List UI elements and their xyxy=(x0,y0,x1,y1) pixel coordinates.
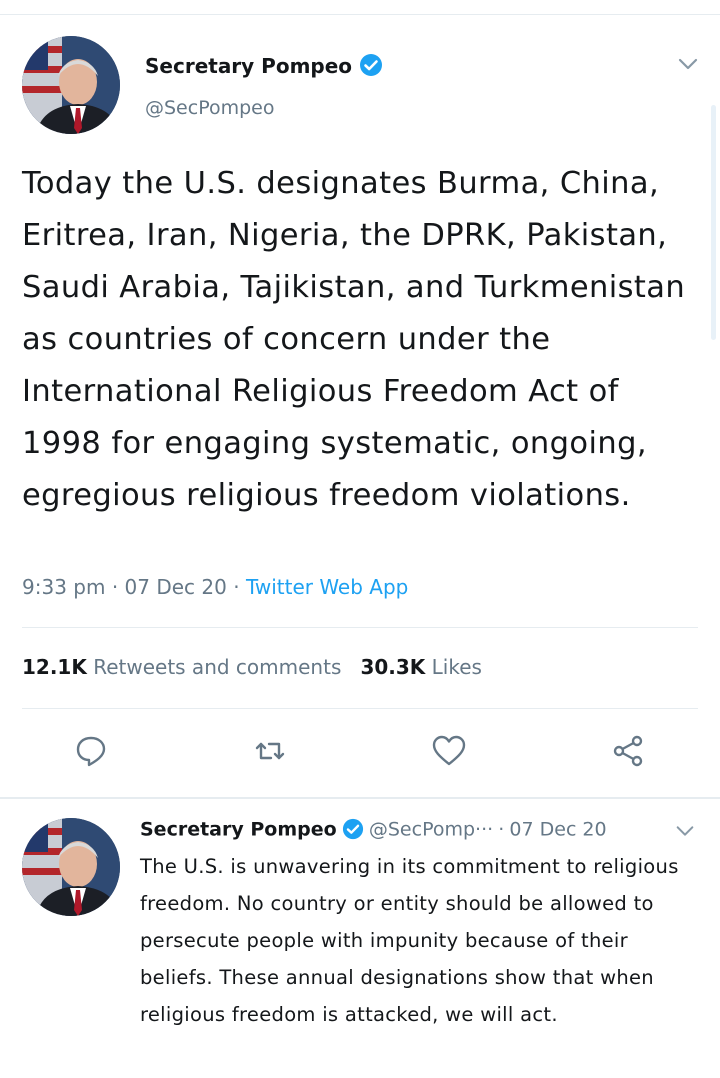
tweet-time[interactable]: 9:33 pm xyxy=(22,575,105,599)
reply-handle[interactable]: @SecPomp··· xyxy=(369,819,493,841)
retweets-count: 12.1K xyxy=(22,655,87,679)
share-button[interactable] xyxy=(606,731,650,775)
reply-chevron-down-icon[interactable] xyxy=(674,820,696,842)
likes-stat[interactable]: 30.3K Likes xyxy=(360,655,482,679)
meta-divider xyxy=(22,627,698,628)
retweet-button[interactable] xyxy=(248,731,292,775)
reply-date[interactable]: 07 Dec 20 xyxy=(509,819,606,841)
likes-count: 30.3K xyxy=(360,655,426,679)
scrollbar[interactable] xyxy=(711,105,716,340)
handle[interactable]: @SecPompeo xyxy=(145,97,274,119)
verified-badge-icon xyxy=(342,818,364,844)
stats-divider xyxy=(22,708,698,709)
retweets-label: Retweets and comments xyxy=(93,655,342,679)
avatar[interactable] xyxy=(22,36,120,134)
display-name-text: Secretary Pompeo xyxy=(145,54,353,78)
reply-avatar[interactable] xyxy=(22,818,120,916)
likes-label: Likes xyxy=(431,655,482,679)
like-icon xyxy=(431,734,467,772)
tweet-stats: 12.1K Retweets and comments 30.3K Likes xyxy=(22,655,482,679)
display-name[interactable]: Secretary Pompeo xyxy=(145,53,383,82)
thread-divider xyxy=(0,797,720,799)
reply-button[interactable] xyxy=(69,731,113,775)
tweet-meta: 9:33 pm · 07 Dec 20 · Twitter Web App xyxy=(22,575,408,599)
retweets-stat[interactable]: 12.1K Retweets and comments xyxy=(22,655,341,679)
share-icon xyxy=(611,734,645,772)
reply-icon xyxy=(74,734,108,772)
tweet-text: Today the U.S. designates Burma, China, … xyxy=(22,166,686,513)
reply-header: Secretary Pompeo @SecPomp··· · 07 Dec 20 xyxy=(140,818,607,844)
tweet-source-link[interactable]: Twitter Web App xyxy=(246,575,408,599)
tweet-date[interactable]: 07 Dec 20 xyxy=(125,575,227,599)
verified-badge-icon xyxy=(359,53,383,82)
top-divider xyxy=(0,14,720,15)
reply-text: The U.S. is unwavering in its commitment… xyxy=(140,855,679,1026)
like-button[interactable] xyxy=(427,731,471,775)
retweet-icon xyxy=(253,734,287,772)
chevron-down-icon[interactable] xyxy=(676,52,700,76)
separator-dot: · xyxy=(498,818,505,841)
reply-display-name[interactable]: Secretary Pompeo xyxy=(140,819,337,841)
separator-dot: · xyxy=(111,575,119,599)
separator-dot: · xyxy=(233,575,240,599)
